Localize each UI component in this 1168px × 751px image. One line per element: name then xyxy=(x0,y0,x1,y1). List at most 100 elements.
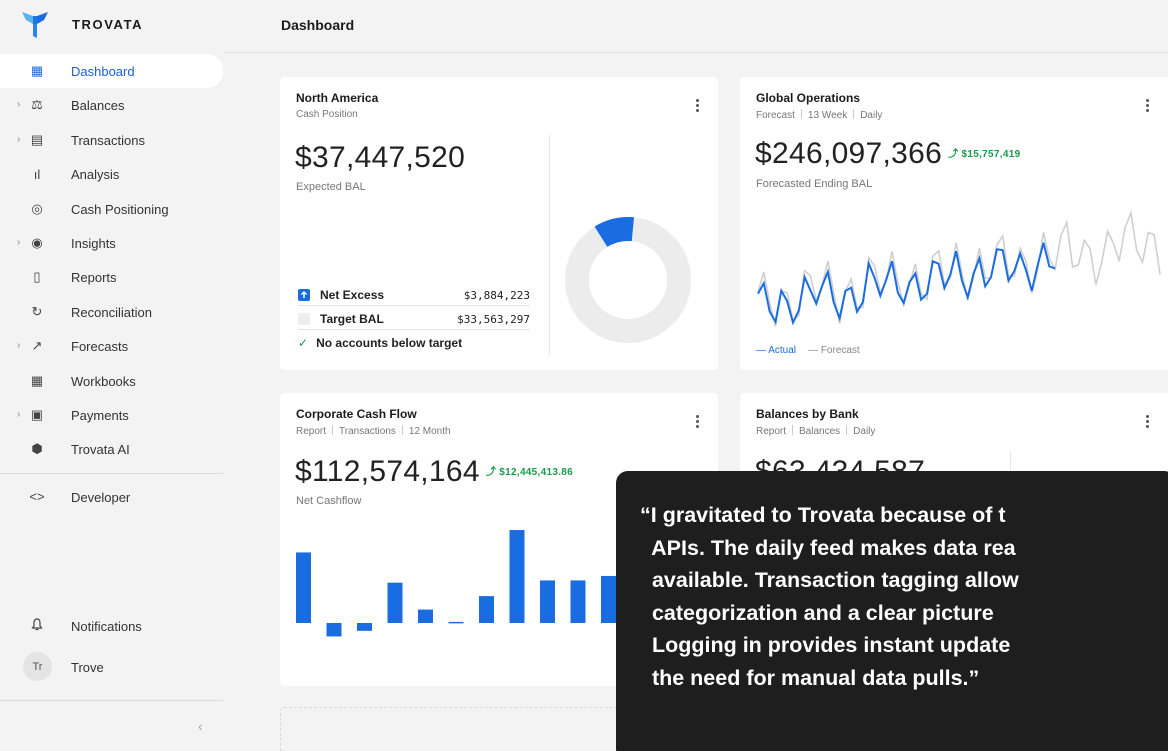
sidebar-item-developer[interactable]: <> Developer xyxy=(0,482,223,512)
card-subtitle: Report Transactions 12 Month xyxy=(296,425,451,437)
brand[interactable]: TROVATA xyxy=(22,10,143,38)
scale-icon: ⚖ xyxy=(31,97,43,113)
forecast-amount: $246,097,366 ⤴ $15,757,419 xyxy=(755,137,1021,170)
sidebar-item-workbooks[interactable]: ▦ Workbooks xyxy=(0,364,223,398)
sidebar-nav: ▦ Dashboard › ⚖ Balances › ▤ Transactions ıl Anal… xyxy=(0,54,223,467)
legend-forecast: — Forecast xyxy=(808,345,860,356)
legend-actual: — Actual xyxy=(756,345,797,356)
quote-line: the need for manual data pulls.” xyxy=(640,665,980,690)
quote-line: Logging in provides instant update xyxy=(640,633,1011,657)
more-options-icon[interactable] xyxy=(1146,413,1150,430)
more-options-icon[interactable] xyxy=(1146,97,1150,114)
quote-line: available. Transaction tagging allow xyxy=(640,568,1019,592)
card-title: Global Operations xyxy=(756,91,861,105)
net-excess-value: $3,884,223 xyxy=(463,288,530,302)
card-divider xyxy=(549,135,550,355)
sidebar-item-label: Payments xyxy=(71,407,129,423)
target-icon: ◎ xyxy=(31,200,43,216)
forecast-line-chart xyxy=(757,210,1161,327)
net-excess-row: Net Excess $3,884,223 xyxy=(298,285,530,306)
sidebar-divider xyxy=(0,473,223,474)
card-north-america[interactable]: North America Cash Position $37,447,520 … xyxy=(280,77,718,370)
page-title: Dashboard xyxy=(281,17,355,33)
card-subtitle: Report Balances Daily xyxy=(756,425,876,437)
bar-chart-icon: ıl xyxy=(33,166,41,182)
sidebar: TROVATA ▦ Dashboard › ⚖ Balances › ▤ Transactio… xyxy=(0,0,223,751)
cashflow-bar xyxy=(509,530,525,623)
sidebar-item-cash-positioning[interactable]: ◎ Cash Positioning xyxy=(0,192,223,226)
sidebar-item-user[interactable]: Tr Trove xyxy=(0,652,223,682)
cash-position-donut xyxy=(565,217,691,343)
sidebar-item-label: Transactions xyxy=(71,132,145,148)
document-icon: ▯ xyxy=(33,269,41,285)
card-subtitle: Forecast 13 Week Daily xyxy=(756,109,883,121)
net-excess-swatch xyxy=(298,289,310,301)
card-title: North America xyxy=(296,91,379,105)
net-cashflow-delta: ⤴ $12,445,413.86 xyxy=(485,467,573,478)
expand-caret-icon[interactable]: › xyxy=(17,134,20,145)
target-bal-row: Target BAL $33,563,297 xyxy=(298,309,530,330)
sidebar-item-label: Trovata AI xyxy=(71,442,130,458)
more-options-icon[interactable] xyxy=(696,97,700,114)
more-options-icon[interactable] xyxy=(696,413,700,430)
dashboard-icon: ▦ xyxy=(30,63,44,78)
sidebar-item-notifications[interactable]: Notifications xyxy=(0,611,223,641)
quote-line: “I gravitated to Trovata because of t xyxy=(640,503,1006,527)
quote-line: APIs. The daily feed makes data rea xyxy=(640,535,1016,560)
sidebar-item-analysis[interactable]: ıl Analysis xyxy=(0,157,223,191)
sidebar-item-forecasts[interactable]: › ↗ Forecasts xyxy=(0,329,223,363)
forecast-label: Forecasted Ending BAL xyxy=(756,178,873,190)
quote-line: categorization and a clear picture xyxy=(640,600,994,625)
cashflow-bar xyxy=(448,621,464,624)
sidebar-item-label: Notifications xyxy=(71,619,142,634)
target-bal-swatch xyxy=(298,313,310,325)
expand-caret-icon[interactable]: › xyxy=(17,99,20,110)
expand-caret-icon[interactable]: › xyxy=(17,409,20,420)
sidebar-item-label: Developer xyxy=(71,490,131,505)
header: Dashboard xyxy=(223,0,1168,53)
sidebar-item-trovata-ai[interactable]: ⬢ Trovata AI xyxy=(0,432,223,466)
sidebar-item-label: Reconciliation xyxy=(71,304,152,320)
sidebar-item-label: Forecasts xyxy=(71,339,129,355)
sidebar-item-label: Workbooks xyxy=(71,373,136,389)
sidebar-item-reports[interactable]: ▯ Reports xyxy=(0,260,223,294)
expand-caret-icon[interactable]: › xyxy=(17,237,20,248)
testimonial-quote: “I gravitated to Trovata because of t AP… xyxy=(616,471,1168,751)
expected-balance-label: Expected BAL xyxy=(296,181,366,193)
cashflow-bar xyxy=(540,580,555,623)
below-target-text: No accounts below target xyxy=(316,335,463,350)
sidebar-item-label: Dashboard xyxy=(71,64,135,79)
trovata-logo-icon xyxy=(22,12,48,38)
sidebar-divider xyxy=(0,700,223,701)
cashflow-bar xyxy=(326,623,342,637)
cashflow-bar xyxy=(387,582,403,623)
trend-icon: ↗ xyxy=(31,338,43,354)
sidebar-item-transactions[interactable]: › ▤ Transactions xyxy=(0,123,223,157)
card-title: Balances by Bank xyxy=(756,407,859,421)
card-global-operations[interactable]: Global Operations Forecast 13 Week Daily $… xyxy=(740,77,1168,370)
cashflow-bar xyxy=(296,552,311,623)
sync-icon: ↻ xyxy=(31,303,43,319)
expand-caret-icon[interactable]: › xyxy=(17,340,20,351)
sidebar-item-payments[interactable]: › ▣ Payments xyxy=(0,398,223,432)
sidebar-item-label: Insights xyxy=(71,235,116,251)
chart-legend: — Actual — Forecast xyxy=(756,345,860,356)
sidebar-item-label: Analysis xyxy=(71,167,120,183)
sidebar-item-label: Cash Positioning xyxy=(71,201,169,217)
sidebar-item-balances[interactable]: › ⚖ Balances xyxy=(0,88,223,122)
user-name: Trove xyxy=(71,660,104,675)
target-bal-value: $33,563,297 xyxy=(457,312,530,326)
cashflow-bar xyxy=(357,623,372,631)
collapse-sidebar-icon[interactable]: ‹ xyxy=(198,718,203,734)
grid-icon: ▦ xyxy=(30,372,44,388)
receipt-icon: ▤ xyxy=(30,131,44,147)
sidebar-item-label: Balances xyxy=(71,98,125,114)
below-target-note: ✓ No accounts below target xyxy=(298,332,530,353)
sidebar-item-dashboard[interactable]: ▦ Dashboard xyxy=(0,54,223,89)
cashflow-bar xyxy=(418,609,433,623)
sidebar-item-insights[interactable]: › ◉ Insights xyxy=(0,226,223,260)
sidebar-item-reconciliation[interactable]: ↻ Reconciliation xyxy=(0,295,223,329)
net-cashflow-amount: $112,574,164 ⤴ $12,445,413.86 xyxy=(295,455,573,488)
card-title: Corporate Cash Flow xyxy=(296,407,417,421)
sidebar-item-label: Reports xyxy=(71,270,117,286)
